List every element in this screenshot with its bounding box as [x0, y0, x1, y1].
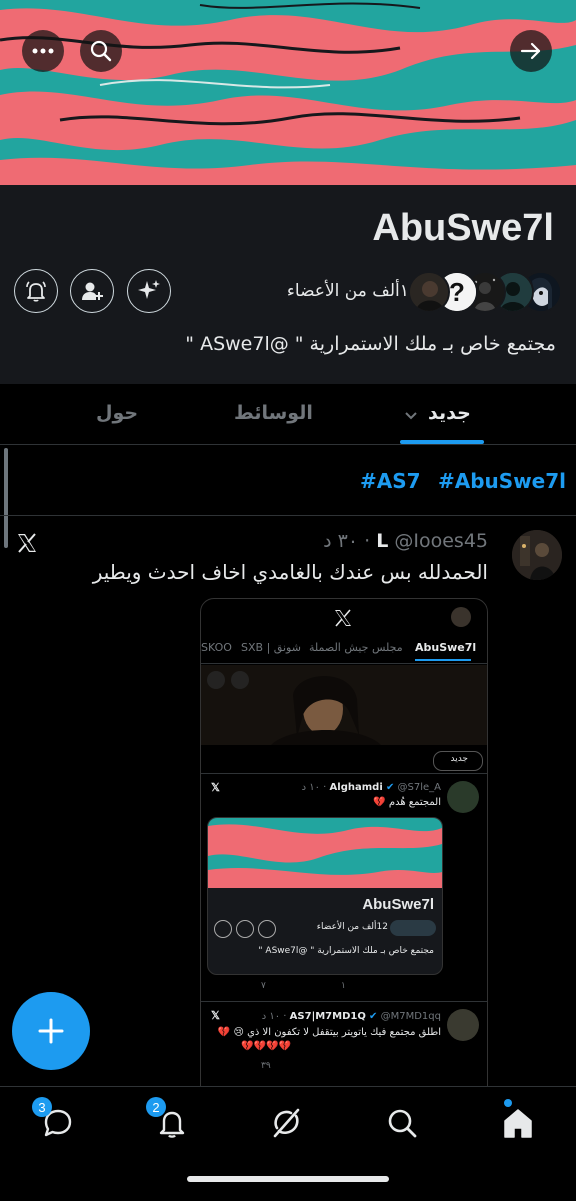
notifications-toggle-button[interactable] [14, 269, 58, 313]
avatar[interactable] [512, 530, 562, 580]
compose-post-button[interactable] [12, 992, 90, 1070]
x-logo-icon: 𝕏 [211, 1010, 220, 1022]
post-meta: L @Iooes45 · ٣٠ د [323, 530, 488, 552]
inner-banner [201, 665, 487, 745]
nav-grok[interactable] [266, 1103, 306, 1143]
notifications-badge: 2 [146, 1097, 166, 1117]
tab-about[interactable]: حول [96, 402, 138, 424]
invite-member-button[interactable] [70, 269, 114, 313]
inner-tab-indicator [415, 659, 471, 661]
search-icon [90, 40, 112, 62]
post-media-image[interactable]: AbuSwe7l مجلس جيش الصملة شونق | SXB SKOO… [200, 598, 488, 1088]
home-indicator[interactable] [187, 1176, 389, 1182]
member-avatars[interactable]: ? [408, 271, 562, 313]
inner-search-icon [231, 671, 249, 689]
avatar [447, 781, 479, 813]
avatar [451, 607, 471, 627]
nav-home[interactable] [498, 1099, 538, 1143]
nav-notifications[interactable]: 2 [146, 1097, 192, 1143]
inner-tweet-meta: AS7|M7MD1Q ✔ @M7MD1qq · ١٠ د [261, 1011, 441, 1022]
home-icon [504, 1109, 532, 1138]
search-icon [388, 1109, 417, 1138]
sparkle-icon [138, 280, 160, 299]
inner-tab: AbuSwe7l [415, 641, 477, 654]
x-logo-icon [335, 609, 351, 627]
post-text: الحمدلله بس عندك بالغامدي اخاف احدث ويطي… [92, 560, 488, 584]
grok-sparkle-button[interactable] [127, 269, 171, 313]
community-tabs: جديد الوسائط حول [0, 384, 576, 445]
x-logo-icon [18, 533, 36, 553]
more-icon [32, 48, 54, 54]
avatar [408, 271, 450, 313]
person-add-icon [82, 282, 103, 300]
grok-icon [273, 1108, 300, 1138]
bottom-navigation: 3 2 [0, 1086, 576, 1201]
author-handle[interactable]: @Iooes45 [394, 530, 488, 552]
community-post[interactable]: L @Iooes45 · ٣٠ د الحمدلله بس عندك بالغا… [0, 516, 576, 1088]
more-options-button[interactable] [22, 30, 64, 72]
community-banner [0, 0, 576, 185]
plus-icon [38, 1018, 64, 1044]
chevron-down-icon[interactable] [404, 411, 418, 421]
search-button[interactable] [80, 30, 122, 72]
inner-tab: شونق | SXB [241, 641, 301, 654]
inner-sort-button: جديد [433, 751, 483, 771]
inner-tweet-meta: Alghamdi ✔ @S7le_A · ١٠ د [301, 782, 441, 793]
inner-tweet-text: المجتمع هُدم 💔 [373, 797, 441, 808]
inner-tab: مجلس جيش الصملة [309, 641, 403, 654]
hashtag-row: #AbuSwe7l #AS7 [0, 445, 576, 516]
back-button[interactable] [510, 30, 552, 72]
hashtag-link[interactable]: #AS7 [360, 469, 421, 493]
inner-quoted-card: AbuSwe7l 12ألف من الأعضاء مجتمع خاص بـ م… [207, 817, 443, 975]
community-name: AbuSwe7l [372, 207, 554, 249]
bell-plus-icon [26, 281, 46, 302]
active-tab-indicator [400, 440, 484, 444]
inner-members: 12ألف من الأعضاء [316, 922, 388, 932]
messages-badge: 3 [32, 1097, 52, 1117]
avatar [447, 1009, 479, 1041]
x-logo-icon: 𝕏 [211, 782, 220, 794]
inner-tab: SKOO [201, 641, 232, 654]
hashtag-link[interactable]: #AbuSwe7l [438, 469, 566, 493]
nav-messages[interactable]: 3 [32, 1097, 78, 1143]
community-description: مجتمع خاص بـ ملك الاستمرارية " @ASwe7l " [185, 333, 556, 355]
tab-latest[interactable]: جديد [428, 402, 471, 424]
author-name[interactable]: L [376, 530, 388, 552]
svg-text:?: ? [449, 277, 465, 307]
inner-community-name: AbuSwe7l [362, 896, 434, 913]
community-header: AbuSwe7l ١٢ألف من الأعضاء ? مجتمع خاص بـ… [0, 185, 576, 384]
inner-share-icon [207, 671, 225, 689]
tab-media[interactable]: الوسائط [234, 402, 313, 424]
post-time: ٣٠ د [323, 530, 359, 552]
home-unread-dot [504, 1099, 512, 1107]
inner-tweet-text: اطلق مجتمع فيك ياتويتر بيتقفل لا تكفون ا… [217, 1027, 441, 1038]
nav-search[interactable] [382, 1103, 422, 1143]
member-count[interactable]: ١٢ألف من الأعضاء [287, 281, 418, 301]
inner-description: مجتمع خاص بـ ملك الاستمرارية " @ASwe7l " [258, 946, 434, 956]
arrow-right-icon [520, 42, 541, 60]
